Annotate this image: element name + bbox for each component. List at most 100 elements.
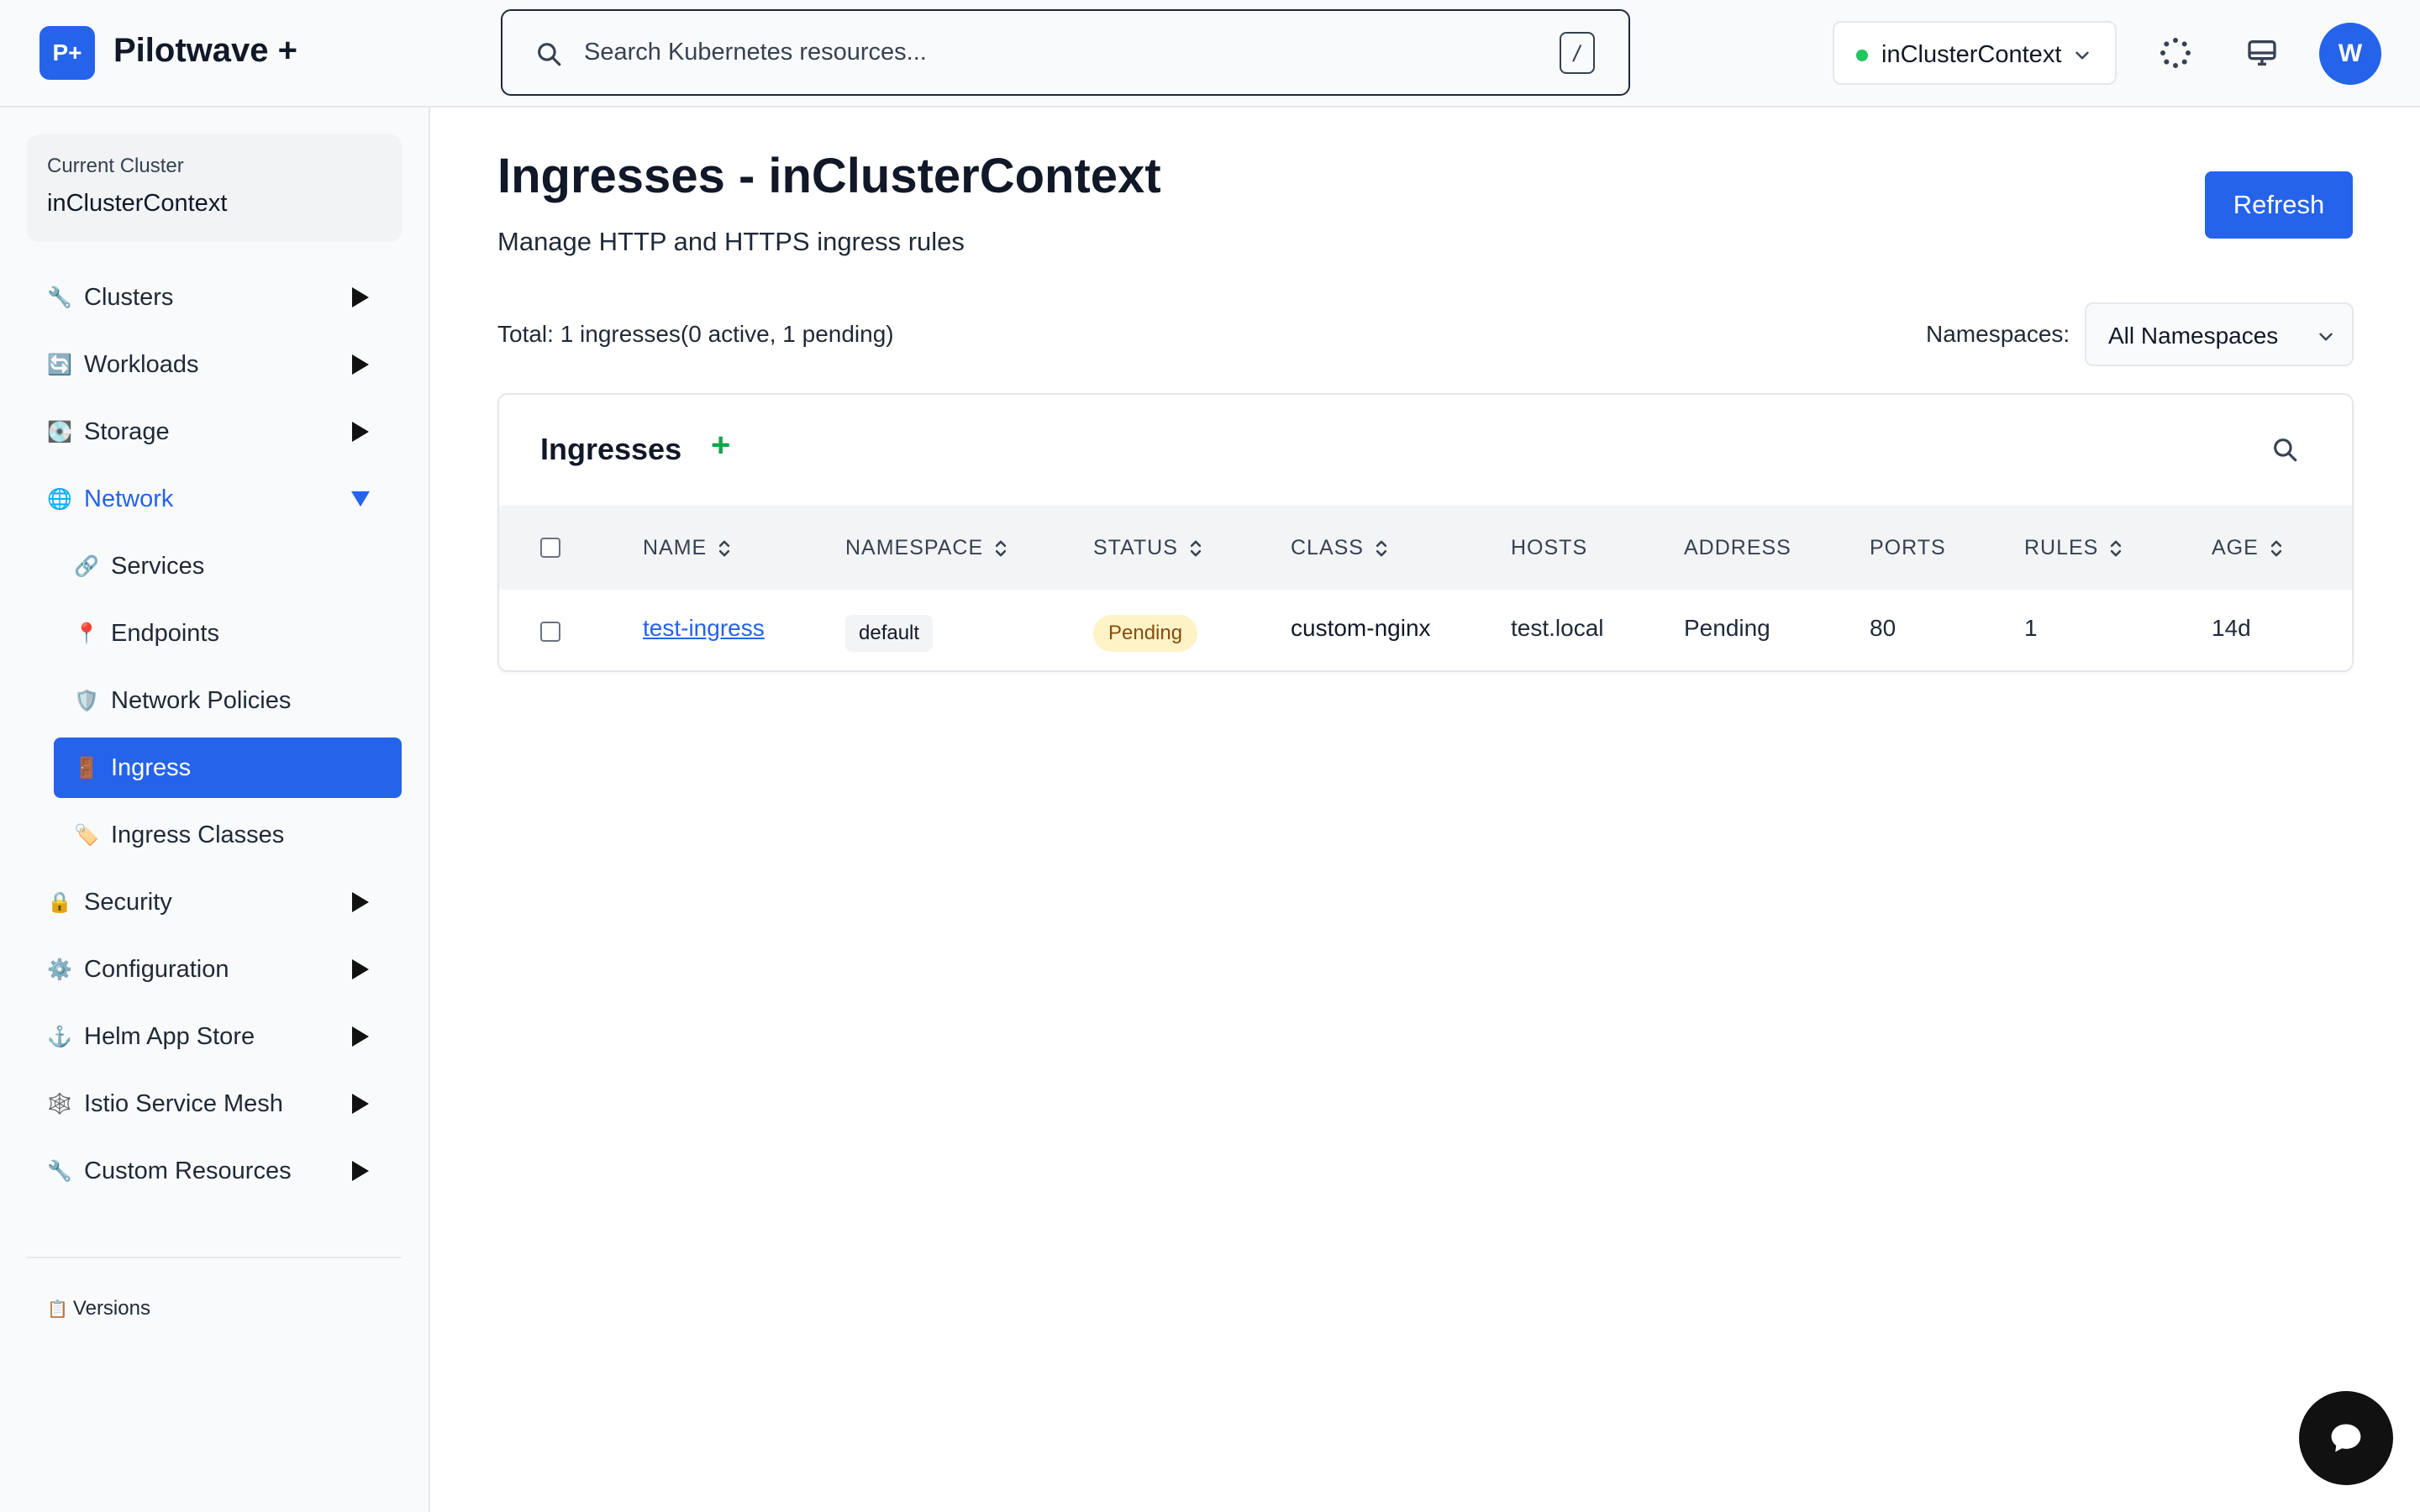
- ingresses-table-card: Ingresses + NAME NAMESPACE STATUS CLASS …: [497, 393, 2354, 672]
- sidebar-item-workloads[interactable]: 🔄 Workloads: [47, 334, 395, 395]
- namespace-badge: default: [845, 615, 934, 652]
- caret-right-icon: [352, 354, 369, 375]
- pin-icon: 📍: [74, 622, 99, 645]
- row-checkbox[interactable]: [540, 622, 560, 642]
- sidebar-item-label: Ingress Classes: [111, 821, 285, 848]
- loading-spinner-icon[interactable]: [2159, 36, 2192, 70]
- search-icon[interactable]: [2270, 435, 2299, 464]
- ports-cell: 80: [1870, 615, 1897, 641]
- namespaces-label: Namespaces:: [1926, 321, 2070, 347]
- table-title: Ingresses: [540, 432, 682, 466]
- column-header-age[interactable]: AGE: [2212, 536, 2284, 560]
- search-bar[interactable]: Search Kubernetes resources... /: [501, 9, 1630, 96]
- sidebar-item-custom-resources[interactable]: 🔧 Custom Resources: [47, 1141, 395, 1201]
- current-cluster-label: Current Cluster: [47, 155, 184, 177]
- namespace-select[interactable]: All Namespaces: [2085, 302, 2354, 366]
- ingress-name-link[interactable]: test-ingress: [643, 615, 765, 642]
- column-label: RULES: [2024, 536, 2099, 559]
- sidebar-item-helm-app-store[interactable]: ⚓ Helm App Store: [47, 1006, 395, 1067]
- sidebar-item-label: Ingress: [111, 753, 192, 781]
- sidebar-item-label: Clusters: [84, 283, 174, 311]
- versions-label: Versions: [72, 1297, 150, 1320]
- table-header: NAME NAMESPACE STATUS CLASS HOSTS ADDRES…: [499, 506, 2352, 590]
- context-selector[interactable]: inClusterContext: [1833, 21, 2117, 85]
- sidebar-item-ingress-classes[interactable]: 🏷️ Ingress Classes: [54, 805, 402, 865]
- sort-icon: [2270, 540, 2281, 556]
- column-header-name[interactable]: NAME: [643, 536, 732, 560]
- sidebar-item-clusters[interactable]: 🔧 Clusters: [47, 267, 395, 328]
- anchor-icon: ⚓: [47, 1025, 72, 1048]
- sort-icon: [2111, 540, 2122, 556]
- tag-icon: 🏷️: [74, 823, 99, 847]
- clipboard-icon: 📋: [47, 1299, 68, 1319]
- caret-right-icon: [352, 892, 369, 912]
- column-label: NAME: [643, 536, 708, 559]
- column-header-hosts: HOSTS: [1511, 536, 1587, 560]
- sidebar-item-services[interactable]: 🔗 Services: [54, 536, 402, 596]
- sidebar-item-label: Configuration: [84, 955, 229, 983]
- sidebar-item-ingress[interactable]: 🚪 Ingress: [54, 738, 402, 798]
- gear-icon: ⚙️: [47, 958, 72, 981]
- user-avatar[interactable]: W: [2319, 23, 2381, 85]
- top-header: P+ Pilotwave + Search Kubernetes resourc…: [0, 0, 2420, 108]
- table-row[interactable]: test-ingress default Pending custom-ngin…: [499, 590, 2352, 670]
- refresh-button[interactable]: Refresh: [2205, 171, 2353, 239]
- column-header-rules[interactable]: RULES: [2024, 536, 2123, 560]
- column-label: ADDRESS: [1684, 536, 1791, 559]
- globe-icon: 🌐: [47, 487, 72, 511]
- column-label: CLASS: [1291, 536, 1364, 559]
- sidebar-item-label: Istio Service Mesh: [84, 1089, 283, 1117]
- door-icon: 🚪: [74, 756, 99, 780]
- sidebar-item-network-policies[interactable]: 🛡️ Network Policies: [54, 670, 402, 731]
- sidebar-item-label: Helm App Store: [84, 1022, 255, 1050]
- status-badge: Pending: [1093, 615, 1198, 652]
- sidebar-item-label: Storage: [84, 417, 170, 445]
- sidebar-item-label: Custom Resources: [84, 1157, 292, 1184]
- link-icon: 🔗: [74, 554, 99, 578]
- column-header-namespace[interactable]: NAMESPACE: [845, 536, 1008, 560]
- current-cluster-card: Current Cluster inClusterContext: [27, 134, 402, 242]
- column-header-ports: PORTS: [1870, 536, 1946, 560]
- sidebar: Current Cluster inClusterContext 🔧 Clust…: [0, 108, 430, 1512]
- page-title: Ingresses - inClusterContext: [497, 149, 1161, 203]
- page-subtitle: Manage HTTP and HTTPS ingress rules: [497, 227, 965, 256]
- sort-icon: [995, 540, 1007, 556]
- column-label: AGE: [2212, 536, 2259, 559]
- caret-right-icon: [352, 287, 369, 307]
- wrench-icon: 🔧: [47, 286, 72, 309]
- sidebar-item-label: Services: [111, 552, 205, 580]
- column-header-status[interactable]: STATUS: [1093, 536, 1203, 560]
- sidebar-item-storage[interactable]: 💽 Storage: [47, 402, 395, 462]
- sidebar-item-endpoints[interactable]: 📍 Endpoints: [54, 603, 402, 664]
- app-logo[interactable]: P+: [39, 26, 95, 80]
- caret-down-icon: [351, 491, 370, 507]
- caret-right-icon: [352, 1161, 369, 1181]
- shield-icon: 🛡️: [74, 689, 99, 712]
- monitor-icon[interactable]: [2245, 36, 2279, 70]
- sidebar-item-label: Network Policies: [111, 686, 292, 714]
- hosts-cell: test.local: [1511, 615, 1604, 641]
- age-cell: 14d: [2212, 615, 2251, 641]
- versions-link[interactable]: 📋 Versions: [47, 1297, 150, 1320]
- app-title[interactable]: Pilotwave +: [113, 32, 297, 70]
- cycle-icon: 🔄: [47, 353, 72, 376]
- search-input[interactable]: Search Kubernetes resources...: [584, 39, 927, 66]
- sidebar-item-label: Network: [84, 485, 174, 512]
- current-cluster-value: inClusterContext: [47, 190, 228, 217]
- address-cell: Pending: [1684, 615, 1770, 641]
- total-summary: Total: 1 ingresses(0 active, 1 pending): [497, 321, 894, 347]
- chat-button[interactable]: [2299, 1391, 2393, 1485]
- web-icon: 🕸️: [47, 1092, 72, 1116]
- sidebar-item-configuration[interactable]: ⚙️ Configuration: [47, 939, 395, 1000]
- sidebar-item-istio-service-mesh[interactable]: 🕸️ Istio Service Mesh: [47, 1074, 395, 1134]
- sidebar-item-security[interactable]: 🔒 Security: [47, 872, 395, 932]
- column-label: PORTS: [1870, 536, 1946, 559]
- namespace-select-value: All Namespaces: [2108, 323, 2279, 349]
- column-header-class[interactable]: CLASS: [1291, 536, 1389, 560]
- sidebar-item-network[interactable]: 🌐 Network: [47, 469, 395, 529]
- add-ingress-button[interactable]: +: [711, 427, 730, 465]
- column-label: NAMESPACE: [845, 536, 984, 559]
- sort-icon: [1376, 540, 1387, 556]
- rules-cell: 1: [2024, 615, 2038, 641]
- select-all-checkbox[interactable]: [540, 538, 560, 558]
